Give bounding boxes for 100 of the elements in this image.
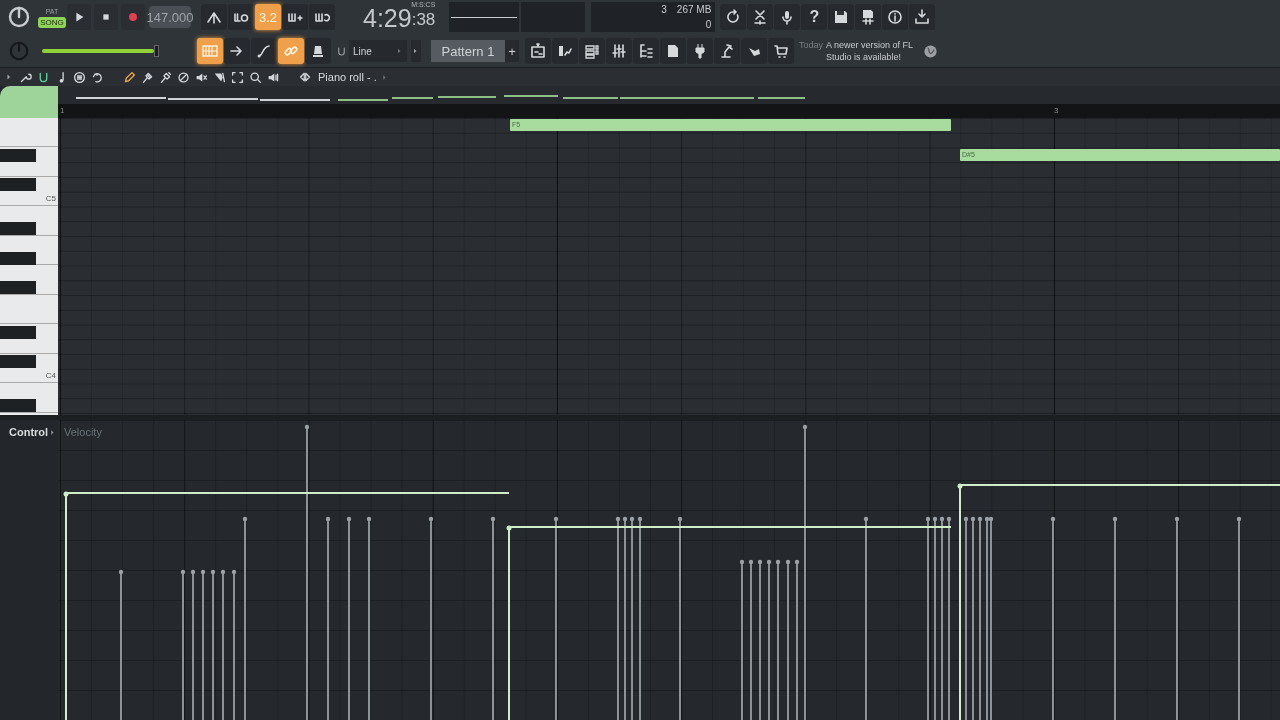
zoom-icon (249, 70, 262, 84)
play-button[interactable] (67, 4, 91, 30)
sharp-key[interactable] (0, 325, 36, 339)
option-button[interactable] (309, 4, 335, 30)
pencil-icon (123, 70, 136, 84)
curve-icon (256, 43, 272, 59)
window-button[interactable] (606, 38, 632, 64)
keyboard-icon (202, 43, 218, 59)
cart-icon (773, 43, 789, 59)
floppy-bars-icon (860, 9, 877, 25)
window-title: Piano roll - . (318, 71, 377, 83)
select-icon (231, 70, 244, 84)
info-icon (887, 9, 904, 25)
option-button[interactable] (228, 4, 254, 30)
link-icon (283, 43, 299, 59)
polyphony-reading: 0 (704, 19, 712, 30)
record-icon (126, 10, 140, 24)
toolbar-button[interactable] (882, 4, 909, 30)
refresh-icon (725, 9, 742, 25)
stop-button[interactable] (94, 4, 118, 30)
window-button[interactable] (633, 38, 659, 64)
toolbar-button[interactable] (909, 4, 936, 30)
window-button[interactable] (768, 38, 794, 64)
menu-icon (73, 70, 86, 84)
download-icon (914, 9, 931, 25)
window-button[interactable] (579, 38, 605, 64)
window-button[interactable] (660, 38, 686, 64)
window-button[interactable] (741, 38, 767, 64)
window-button[interactable] (552, 38, 578, 64)
toolbar-button[interactable] (855, 4, 882, 30)
key-label: C5 (45, 193, 56, 203)
tempo-display[interactable]: 147.000 (149, 6, 191, 28)
scissors-icon (752, 9, 769, 25)
notice-message: A newer version of FL Studio is available! (826, 39, 914, 63)
pattern-selector[interactable]: Pattern 1 (431, 40, 505, 62)
toolbar-button[interactable] (720, 4, 747, 30)
velocity-lane[interactable]: Velocity (58, 420, 1280, 720)
window-button[interactable] (525, 38, 551, 64)
add-pattern-button[interactable]: + (505, 40, 519, 62)
tool-button[interactable] (249, 70, 262, 84)
folder-tree-icon (638, 43, 654, 59)
tool-button[interactable] (177, 70, 190, 84)
sharp-key[interactable] (0, 148, 36, 162)
tool-button[interactable] (37, 70, 50, 84)
sharp-key[interactable] (0, 399, 36, 413)
save-icon (833, 9, 850, 25)
keyboard-header (0, 86, 58, 118)
bar-number: 1 (60, 106, 65, 115)
plug-icon (692, 43, 708, 59)
step-bars-icon (557, 43, 573, 59)
time-sub: :38 (411, 9, 436, 31)
undo-icon (91, 70, 104, 84)
magnet-icon (37, 70, 50, 84)
brush-icon (141, 70, 154, 84)
option-button[interactable] (201, 4, 227, 30)
timeline-ruler[interactable]: 1 3 (58, 104, 1280, 118)
notice-time: Today (799, 39, 824, 52)
toolbar-button[interactable] (747, 4, 774, 30)
panning-icon (299, 71, 311, 83)
slip-icon (213, 70, 226, 84)
sharp-key[interactable] (0, 251, 36, 265)
fork-icon (206, 9, 222, 25)
file-icon (665, 43, 681, 59)
mixer-icon (611, 43, 627, 59)
magnet-icon (336, 45, 347, 57)
playlist-icon (530, 43, 546, 59)
slice-brush-icon (159, 70, 172, 84)
key-label: C4 (45, 370, 56, 380)
tool-button[interactable] (159, 70, 172, 84)
pattern-arrow-button[interactable] (411, 40, 421, 62)
cpu-reading: 3 (660, 4, 667, 15)
rack-icon (584, 43, 600, 59)
record-option-button[interactable] (251, 38, 277, 64)
tool-button[interactable] (231, 70, 244, 84)
knob-icon (8, 40, 30, 62)
toolbar-button[interactable] (828, 4, 855, 30)
window-button[interactable] (687, 38, 713, 64)
memory-reading: 267 MB (676, 4, 712, 15)
control-label[interactable]: Control (9, 426, 49, 438)
tool-button[interactable] (73, 70, 86, 84)
help-button[interactable]: ? (801, 4, 828, 30)
piano-keyboard[interactable]: C5 C4 (0, 118, 58, 415)
toolbar-button[interactable] (774, 4, 801, 30)
caret-icon (381, 73, 389, 81)
time-main: 4:29 (363, 4, 412, 32)
sharp-key[interactable] (0, 222, 36, 236)
tool-button[interactable] (141, 70, 154, 84)
lamp-icon (719, 43, 735, 59)
snap-dropdown[interactable]: Line (349, 40, 407, 62)
tool-button[interactable] (123, 70, 136, 84)
parameter-label: Velocity (64, 426, 102, 438)
sharp-key[interactable] (0, 281, 36, 295)
record-option-button[interactable] (224, 38, 250, 64)
tool-button[interactable] (213, 70, 226, 84)
option-button[interactable] (282, 4, 308, 30)
record-option-button[interactable] (305, 38, 331, 64)
window-button[interactable] (714, 38, 740, 64)
tool-button[interactable] (91, 70, 104, 84)
bar-number: 3 (1054, 106, 1059, 115)
bell-icon (310, 43, 326, 59)
